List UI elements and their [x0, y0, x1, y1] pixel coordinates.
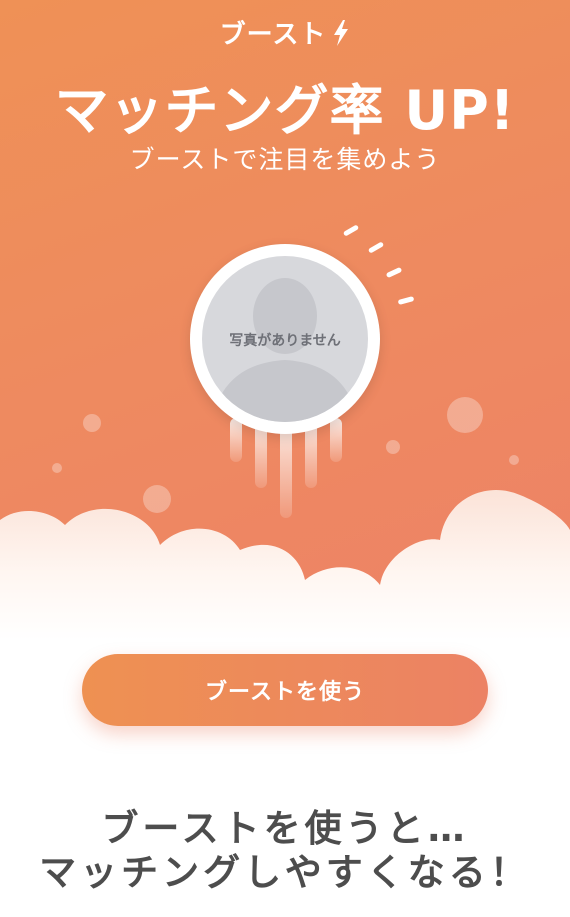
use-boost-button[interactable]: ブーストを使う	[82, 654, 488, 726]
cloud-shape	[0, 490, 570, 640]
benefit-line2: マッチングしやすくなる！	[39, 851, 531, 894]
hero-section: ブースト マッチング率 UP! ブーストで注目を集めよう 写真がありません	[0, 0, 570, 640]
